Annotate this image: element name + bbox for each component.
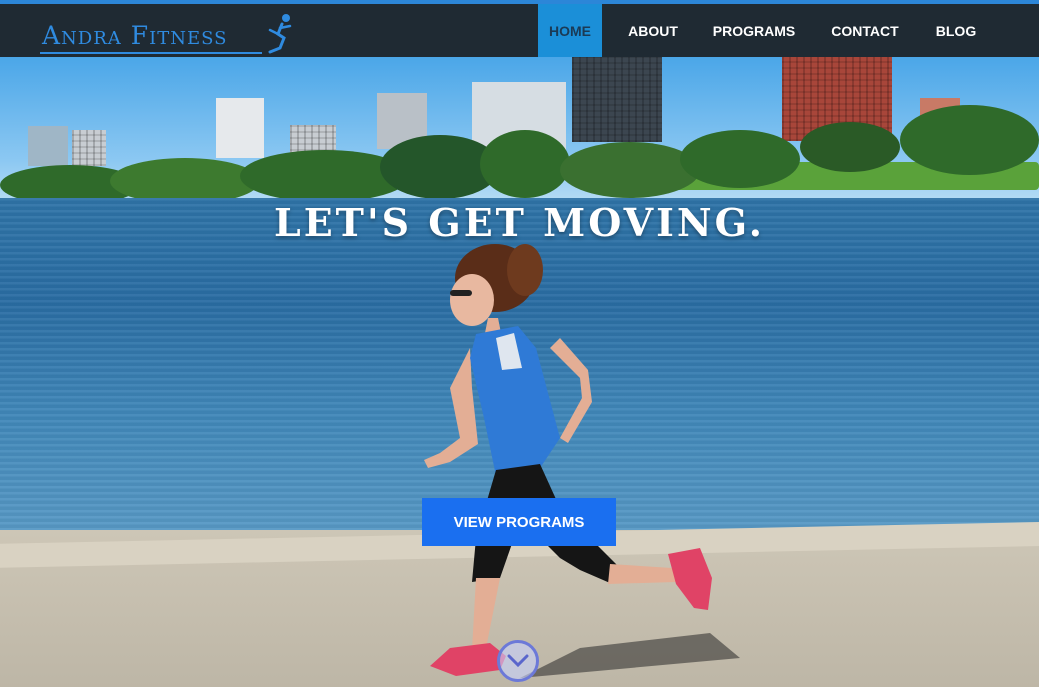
nav-contact[interactable]: CONTACT: [804, 4, 926, 57]
hero-headline: LET'S GET MOVING.: [273, 200, 765, 245]
runner-logo-icon: [268, 14, 292, 54]
brand-name: Andra Fitness: [42, 21, 228, 50]
nav-programs[interactable]: PROGRAMS: [704, 4, 804, 57]
view-programs-button[interactable]: VIEW PROGRAMS: [422, 498, 616, 546]
tree-line: [0, 105, 1039, 205]
logo[interactable]: Andra Fitness: [38, 12, 298, 56]
logo-underline: [40, 52, 262, 54]
chevron-down-icon: [507, 654, 529, 668]
runner-figure: [424, 244, 740, 678]
nav-blog[interactable]: BLOG: [926, 4, 986, 57]
main-nav: HOME ABOUT PROGRAMS CONTACT BLOG: [538, 4, 986, 57]
nav-about[interactable]: ABOUT: [602, 4, 704, 57]
hero-background-photo: [0, 0, 1039, 687]
scroll-down-button[interactable]: [497, 640, 539, 682]
nav-home[interactable]: HOME: [538, 4, 602, 57]
